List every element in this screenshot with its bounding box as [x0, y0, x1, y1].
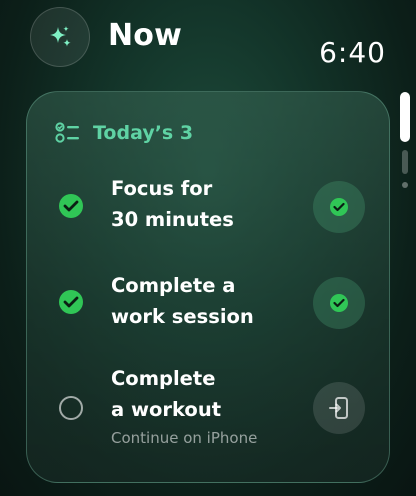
task-row[interactable]: Focus for 30 minutes — [27, 176, 391, 240]
todays-tasks-card: Today’s 3 Focus for 30 minutes Complete … — [26, 91, 390, 483]
open-on-phone-icon — [329, 397, 348, 419]
card-title: Today’s 3 — [93, 122, 194, 144]
sparkle-icon — [50, 26, 71, 47]
scroll-indicator[interactable] — [400, 92, 410, 194]
clock-time: 6:40 — [319, 36, 386, 69]
task-complete-indicator — [59, 194, 83, 218]
app-title: Now — [108, 18, 183, 53]
card-header: Today’s 3 — [55, 120, 193, 146]
task-done-button[interactable] — [313, 277, 365, 329]
scroll-thumb[interactable] — [400, 92, 410, 142]
check-icon — [330, 294, 348, 312]
task-complete-indicator — [59, 290, 83, 314]
task-label: Complete a workout — [111, 367, 222, 421]
task-row[interactable]: Complete a work session — [27, 272, 391, 336]
scroll-track-segment — [402, 150, 408, 174]
task-open-indicator — [59, 396, 83, 420]
check-icon — [330, 198, 348, 216]
continue-on-iphone-button[interactable] — [313, 382, 365, 434]
task-label: Focus for 30 minutes — [111, 177, 234, 231]
sparkle-icon-button[interactable] — [30, 7, 90, 67]
check-icon — [63, 200, 79, 212]
task-done-button[interactable] — [313, 181, 365, 233]
check-icon — [63, 296, 79, 308]
task-subtitle: Continue on iPhone — [111, 429, 258, 447]
task-row[interactable]: Complete a workout Continue on iPhone — [27, 364, 391, 454]
scroll-track-dot — [402, 182, 408, 188]
checklist-icon — [55, 122, 79, 143]
watch-screen: Now 6:40 Today’s 3 Focus for 30 minutes … — [0, 0, 416, 496]
task-label: Complete a work session — [111, 274, 254, 328]
